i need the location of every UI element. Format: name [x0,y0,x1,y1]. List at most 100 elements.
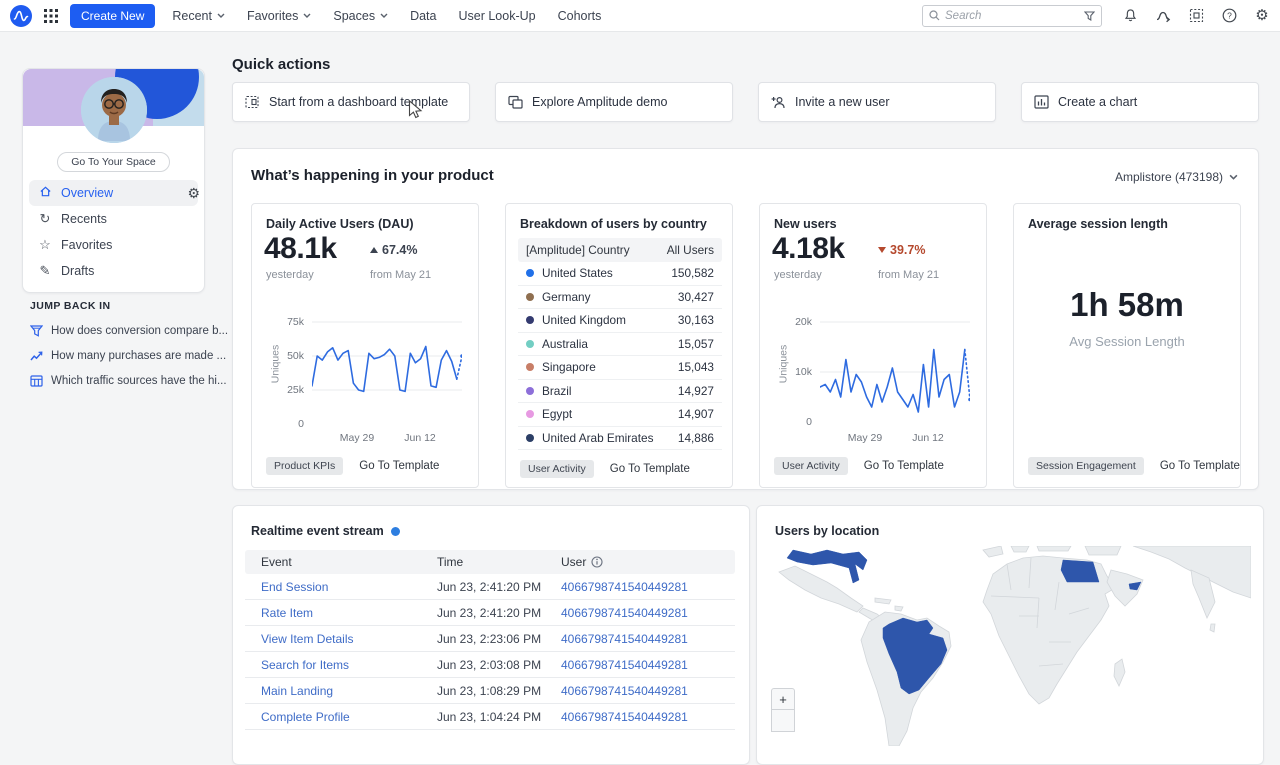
dau-chart: Uniques 75k 50k 25k 0 May 29 Jun 12 [264,306,468,448]
country-row[interactable]: Australia15,057 [518,333,722,357]
session-category-badge: Session Engagement [1028,457,1144,475]
event-name-link[interactable]: Main Landing [261,684,437,698]
sidebar-menu: Overview ⚙ ↻ Recents ☆ Favorites ✎ Draft… [23,180,204,284]
quick-action-create-chart[interactable]: Create a chart [1021,82,1259,122]
notifications-bell-icon[interactable] [1122,8,1138,24]
pencil-icon: ✎ [37,263,53,279]
nav-favorites[interactable]: Favorites [242,9,316,23]
map-madagascar [1114,659,1125,686]
quick-action-invite-user[interactable]: Invite a new user [758,82,996,122]
overview-settings-gear-icon[interactable]: ⚙ [187,185,200,202]
y-tick: 10k [782,366,812,378]
templates-icon[interactable] [1188,8,1204,24]
jump-item-purchases[interactable]: How many purchases are made ... [30,350,215,362]
map-cuba [875,598,891,604]
event-name-link[interactable]: Rate Item [261,606,437,620]
dau-go-to-template-link[interactable]: Go To Template [359,460,439,472]
nav-recent[interactable]: Recent [167,9,230,23]
country-row[interactable]: Singapore15,043 [518,356,722,380]
country-row[interactable]: Brazil14,927 [518,380,722,404]
info-icon[interactable] [591,556,603,568]
settings-gear-icon[interactable]: ⚙ [1254,8,1270,24]
event-name-link[interactable]: Search for Items [261,658,437,672]
chevron-down-icon [303,13,311,18]
event-time: Jun 23, 2:41:20 PM [437,606,561,620]
sidebar-item-label: Drafts [61,264,94,278]
country-name: Germany [542,290,591,304]
country-row[interactable]: United Kingdom 30,163 [518,309,722,333]
jump-item-label: How many purchases are made ... [51,350,226,362]
sidebar-item-recents[interactable]: ↻ Recents [29,206,198,232]
arrow-up-icon [370,247,378,253]
sidebar-item-drafts[interactable]: ✎ Drafts [29,258,198,284]
event-time: Jun 23, 2:23:06 PM [437,632,561,646]
quick-action-explore-demo[interactable]: Explore Amplitude demo [495,82,733,122]
nav-user-look-up-label: User Look-Up [458,9,535,23]
event-user-link[interactable]: 4066798741540449281 [561,606,735,620]
event-time: Jun 23, 2:41:20 PM [437,580,561,594]
funnel-chart-icon [30,325,43,337]
event-user-link[interactable]: 4066798741540449281 [561,710,735,724]
series-color-dot [526,316,534,324]
new-users-go-to-template-link[interactable]: Go To Template [864,460,944,472]
sidebar-item-overview[interactable]: Overview [29,180,198,206]
jump-back-in-title: JUMP BACK IN [30,300,215,312]
map-zoom-out-button[interactable] [771,710,795,732]
amplitude-logo-icon[interactable] [10,5,32,27]
quick-action-label: Explore Amplitude demo [532,95,668,109]
event-row: Rate ItemJun 23, 2:41:20 PM4066798741540… [245,600,735,626]
new-users-change: 39.7% [878,243,925,257]
dau-card-title: Daily Active Users (DAU) [266,217,414,231]
event-name-link[interactable]: Complete Profile [261,710,437,724]
create-new-button[interactable]: Create New [70,4,155,28]
whats-happening-title: What’s happening in your product [251,167,494,184]
project-selector[interactable]: Amplistore (473198) [1115,170,1238,184]
country-value: 30,163 [678,313,714,327]
new-users-value: 4.18k [772,232,845,266]
event-user-link[interactable]: 4066798741540449281 [561,632,735,646]
app-grid-icon[interactable] [44,9,58,23]
svg-text:?: ? [1227,11,1232,21]
country-name: United Kingdom [542,313,626,327]
event-row: Complete ProfileJun 23, 1:04:24 PM406679… [245,704,735,730]
sidebar-item-favorites[interactable]: ☆ Favorites [29,232,198,258]
session-card-title: Average session length [1028,217,1168,231]
event-name-link[interactable]: End Session [261,580,437,594]
series-color-dot [526,269,534,277]
search-input[interactable] [945,10,1079,22]
sidebar-item-label: Recents [61,212,107,226]
nav-data[interactable]: Data [405,9,441,23]
event-time: Jun 23, 1:08:29 PM [437,684,561,698]
event-row: End SessionJun 23, 2:41:20 PM40667987415… [245,574,735,600]
jump-item-traffic-sources[interactable]: Which traffic sources have the hi... [30,375,215,387]
country-row[interactable]: United States150,582 [518,262,722,286]
countries-go-to-template-link[interactable]: Go To Template [610,463,690,475]
help-icon[interactable]: ? [1221,8,1237,24]
x-tick: May 29 [848,432,882,444]
world-map[interactable] [771,546,1251,746]
quick-action-dashboard-template[interactable]: Start from a dashboard template [232,82,470,122]
map-zoom-in-button[interactable]: + [771,688,795,710]
nav-user-look-up[interactable]: User Look-Up [453,9,540,23]
country-row[interactable]: Germany30,427 [518,286,722,310]
event-user-link[interactable]: 4066798741540449281 [561,580,735,594]
live-indicator-icon [391,527,400,536]
event-user-link[interactable]: 4066798741540449281 [561,684,735,698]
nav-spaces[interactable]: Spaces [328,9,393,23]
search-box[interactable] [922,5,1102,27]
nav-cohorts[interactable]: Cohorts [553,9,607,23]
jump-item-conversion[interactable]: How does conversion compare b... [30,325,215,337]
filter-funnel-icon[interactable] [1084,11,1095,21]
country-row[interactable]: United Arab Emirates14,886 [518,427,722,451]
go-to-your-space-button[interactable]: Go To Your Space [57,152,169,172]
event-user-link[interactable]: 4066798741540449281 [561,658,735,672]
chevron-down-icon [217,13,225,18]
journeys-path-icon[interactable] [1155,8,1171,24]
arrow-down-icon [878,247,886,253]
line-chart-icon [30,351,43,362]
event-name-link[interactable]: View Item Details [261,632,437,646]
user-avatar[interactable] [81,77,147,143]
event-time: Jun 23, 2:03:08 PM [437,658,561,672]
country-row[interactable]: Egypt14,907 [518,403,722,427]
session-go-to-template-link[interactable]: Go To Template [1160,460,1240,472]
